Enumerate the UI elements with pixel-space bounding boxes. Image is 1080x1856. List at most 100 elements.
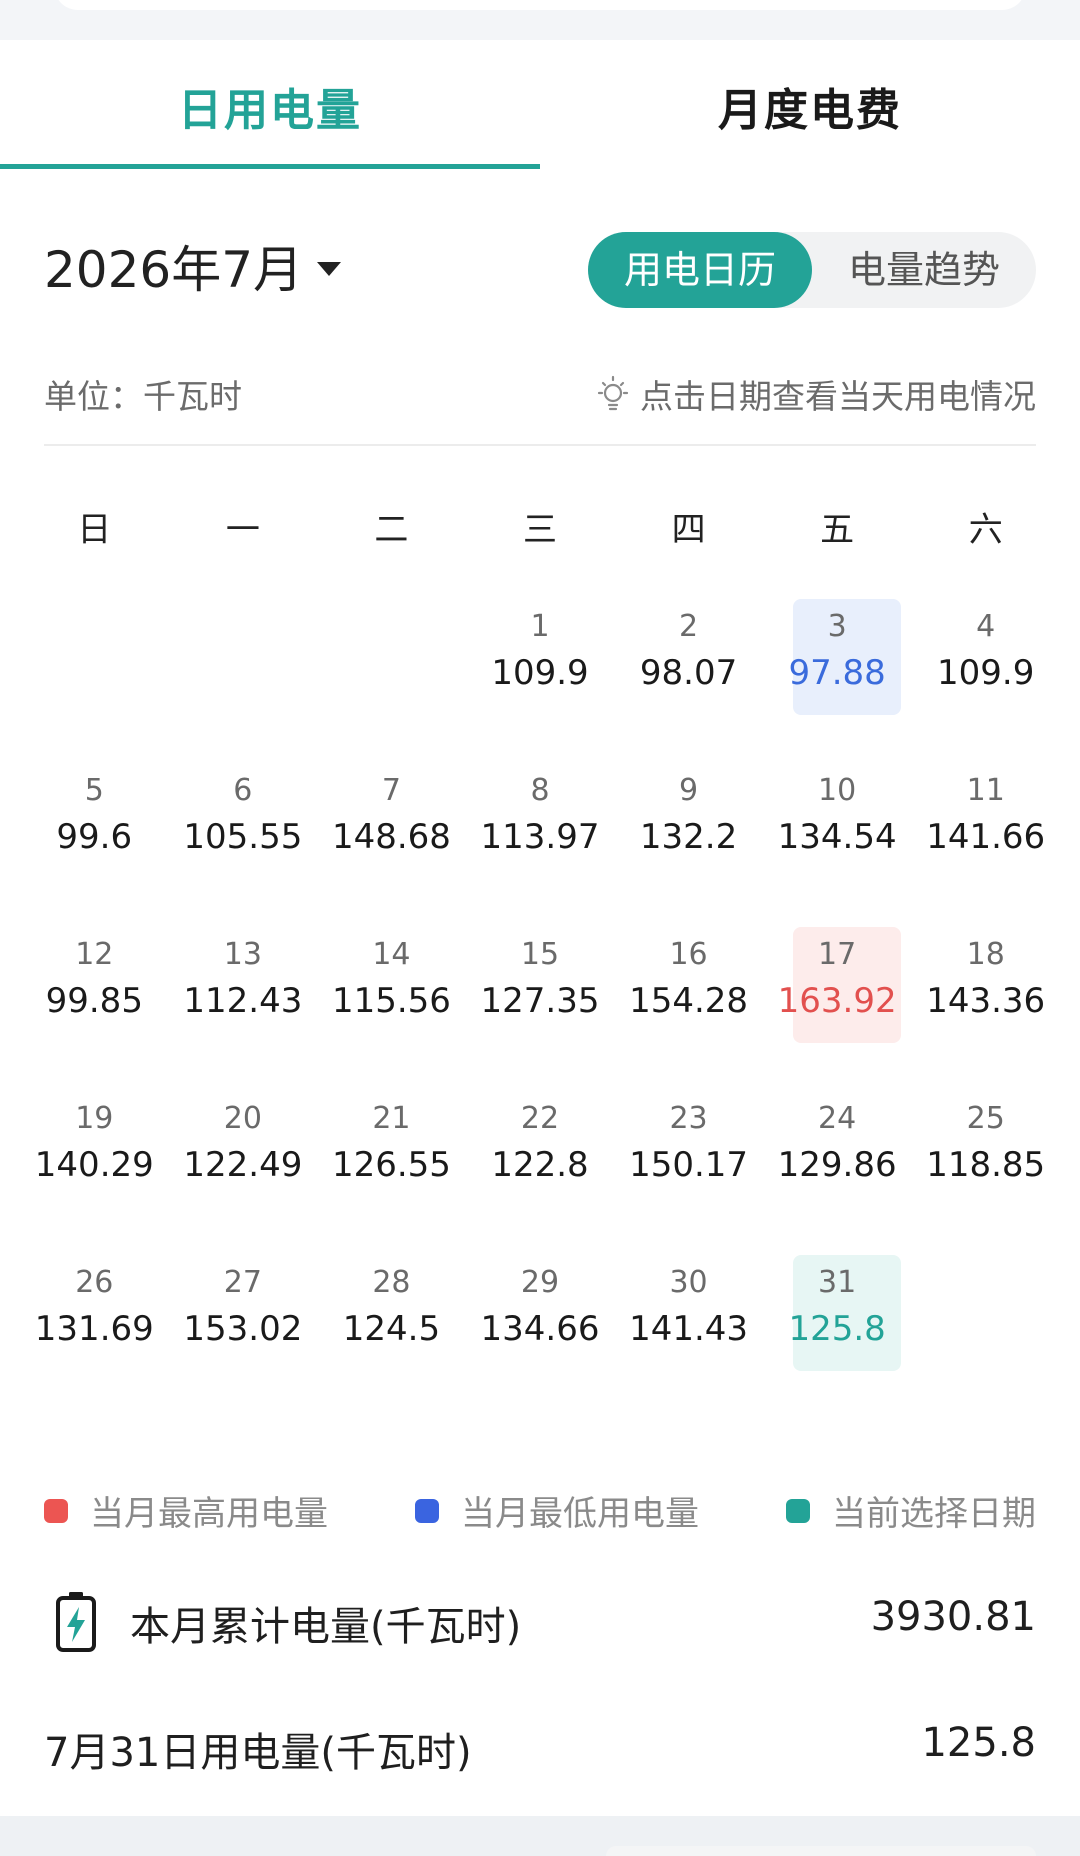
day-number: 7 bbox=[381, 773, 401, 808]
day-number: 24 bbox=[818, 1101, 857, 1136]
day-usage-value: 141.43 bbox=[629, 1309, 749, 1349]
day-number: 29 bbox=[520, 1265, 560, 1300]
tab-daily-usage[interactable]: 日用电量 bbox=[0, 74, 540, 138]
weekday-sun: 日 bbox=[77, 510, 112, 550]
month-label: 2026年7月 bbox=[44, 241, 304, 299]
view-toggle: 用电日历 电量趋势 bbox=[588, 232, 1036, 308]
calendar-day-23[interactable]: 23 150.17 bbox=[614, 1089, 763, 1253]
day-usage-value: 150.17 bbox=[629, 1145, 749, 1185]
calendar-day-19[interactable]: 19 140.29 bbox=[20, 1089, 169, 1253]
legend-selected-label: 当前选择日期 bbox=[832, 1494, 1036, 1534]
day-usage-value: 126.55 bbox=[331, 1145, 451, 1185]
day-number: 4 bbox=[976, 609, 996, 644]
legend-min: 当月最低用电量 bbox=[415, 1486, 699, 1535]
day-number: 31 bbox=[818, 1265, 857, 1300]
calendar-day-5[interactable]: 5 99.6 bbox=[20, 761, 169, 925]
calendar-day-1[interactable]: 1 109.9 bbox=[466, 597, 615, 761]
calendar-day-2[interactable]: 2 98.07 bbox=[614, 597, 763, 761]
calendar-day-11[interactable]: 11 141.66 bbox=[911, 761, 1060, 925]
calendar-day-4[interactable]: 4 109.9 bbox=[911, 597, 1060, 761]
calendar-day-7[interactable]: 7 148.68 bbox=[317, 761, 466, 925]
day-number: 2 bbox=[679, 609, 699, 644]
selected-day-label: 7月31日用电量(千瓦时) bbox=[44, 1730, 472, 1776]
legend-min-swatch bbox=[415, 1498, 439, 1523]
day-usage-value: 141.66 bbox=[926, 817, 1046, 857]
calendar-empty-cell bbox=[169, 597, 318, 761]
battery-charging-icon bbox=[56, 1592, 96, 1652]
selected-day-value: 125.8 bbox=[921, 1720, 1036, 1766]
calendar-day-21[interactable]: 21 126.55 bbox=[317, 1089, 466, 1253]
calendar-day-22[interactable]: 22 122.8 bbox=[466, 1089, 615, 1253]
weekday-tue: 二 bbox=[374, 510, 409, 550]
calendar-day-16[interactable]: 16 154.28 bbox=[614, 925, 763, 1089]
calendar-day-17[interactable]: 17 163.92 bbox=[763, 925, 912, 1089]
calendar-day-3[interactable]: 3 97.88 bbox=[763, 597, 912, 761]
calendar-day-10[interactable]: 10 134.54 bbox=[763, 761, 912, 925]
calendar-day-27[interactable]: 27 153.02 bbox=[169, 1253, 318, 1417]
weekday-header: 日 一 二 三 四 五 六 bbox=[20, 502, 1060, 551]
next-card-edge bbox=[606, 1846, 1036, 1856]
day-usage-value: 127.35 bbox=[480, 981, 600, 1021]
calendar-view-button[interactable]: 用电日历 bbox=[588, 232, 812, 308]
calendar-empty-cell bbox=[20, 597, 169, 761]
legend-selected: 当前选择日期 bbox=[786, 1486, 1036, 1535]
day-usage-value: 99.6 bbox=[56, 817, 133, 857]
day-usage-value: 134.54 bbox=[777, 817, 897, 857]
calendar-day-13[interactable]: 13 112.43 bbox=[169, 925, 318, 1089]
usage-panel: 日用电量 月度电费 2026年7月 用电日历 电量趋势 单位：千瓦时 点击日期查… bbox=[0, 40, 1080, 1856]
day-number: 6 bbox=[233, 773, 253, 808]
previous-card-edge bbox=[54, 0, 1026, 10]
day-number: 15 bbox=[520, 937, 560, 972]
calendar-day-15[interactable]: 15 127.35 bbox=[466, 925, 615, 1089]
day-usage-value: 122.49 bbox=[183, 1145, 303, 1185]
calendar-grid: 1 109.9 2 98.07 3 97.88 4 109.9 5 99.6 6 105.55 7 148… bbox=[20, 597, 1060, 1417]
day-usage-value: 118.85 bbox=[926, 1145, 1046, 1185]
day-number: 21 bbox=[372, 1101, 411, 1136]
day-number: 23 bbox=[669, 1101, 708, 1136]
calendar-day-6[interactable]: 6 105.55 bbox=[169, 761, 318, 925]
calendar-day-29[interactable]: 29 134.66 bbox=[466, 1253, 615, 1417]
calendar-day-24[interactable]: 24 129.86 bbox=[763, 1089, 912, 1253]
day-usage-value: 131.69 bbox=[34, 1309, 154, 1349]
legend-max-swatch bbox=[44, 1498, 68, 1523]
day-number: 3 bbox=[827, 609, 847, 644]
lightbulb-icon bbox=[597, 375, 629, 411]
day-number: 13 bbox=[223, 937, 262, 972]
day-usage-value: 109.9 bbox=[491, 653, 589, 693]
day-usage-value: 98.07 bbox=[639, 653, 738, 693]
tab-monthly-fee[interactable]: 月度电费 bbox=[540, 74, 1080, 138]
day-usage-value: 134.66 bbox=[480, 1309, 600, 1349]
day-number: 28 bbox=[372, 1265, 411, 1300]
legend-max-label: 当月最高用电量 bbox=[90, 1494, 328, 1534]
monthly-total-value: 3930.81 bbox=[870, 1594, 1036, 1640]
month-picker[interactable]: 2026年7月 bbox=[44, 230, 342, 302]
legend-max: 当月最高用电量 bbox=[44, 1486, 328, 1535]
day-number: 18 bbox=[966, 937, 1005, 972]
day-usage-value: 124.5 bbox=[342, 1309, 441, 1349]
day-number: 25 bbox=[966, 1101, 1005, 1136]
weekday-mon: 一 bbox=[225, 510, 260, 550]
legend-min-label: 当月最低用电量 bbox=[461, 1494, 699, 1534]
day-number: 1 bbox=[530, 609, 550, 644]
calendar-day-18[interactable]: 18 143.36 bbox=[911, 925, 1060, 1089]
calendar-day-26[interactable]: 26 131.69 bbox=[20, 1253, 169, 1417]
day-usage-value: 113.97 bbox=[480, 817, 600, 857]
calendar-day-14[interactable]: 14 115.56 bbox=[317, 925, 466, 1089]
day-usage-value: 140.29 bbox=[34, 1145, 154, 1185]
calendar-day-31[interactable]: 31 125.8 bbox=[763, 1253, 912, 1417]
day-number: 30 bbox=[669, 1265, 708, 1300]
day-number: 27 bbox=[223, 1265, 262, 1300]
trend-view-button[interactable]: 电量趋势 bbox=[812, 232, 1036, 308]
calendar-empty-cell bbox=[317, 597, 466, 761]
day-usage-value: 109.9 bbox=[937, 653, 1035, 693]
hint-text: 点击日期查看当天用电情况 bbox=[640, 377, 1036, 416]
day-number: 10 bbox=[818, 773, 857, 808]
calendar-day-25[interactable]: 25 118.85 bbox=[911, 1089, 1060, 1253]
calendar-day-28[interactable]: 28 124.5 bbox=[317, 1253, 466, 1417]
calendar-day-9[interactable]: 9 132.2 bbox=[614, 761, 763, 925]
day-usage-value: 143.36 bbox=[926, 981, 1046, 1021]
calendar-day-30[interactable]: 30 141.43 bbox=[614, 1253, 763, 1417]
calendar-day-12[interactable]: 12 99.85 bbox=[20, 925, 169, 1089]
calendar-day-20[interactable]: 20 122.49 bbox=[169, 1089, 318, 1253]
calendar-day-8[interactable]: 8 113.97 bbox=[466, 761, 615, 925]
